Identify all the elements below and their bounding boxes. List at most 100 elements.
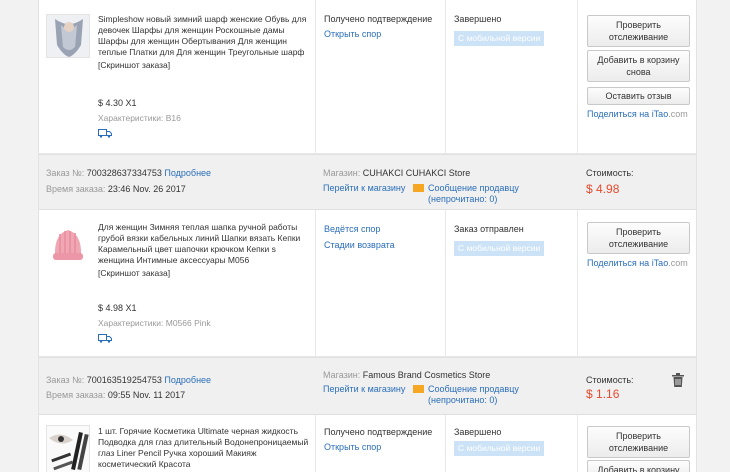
order-number-label: Заказ №: [46, 375, 87, 385]
shipping-truck-icon [98, 129, 112, 138]
order-item-row: Simpleshow новый зимний шарф женские Обу… [39, 0, 696, 154]
store-name: Магазин: CUHAKCI CUHAKCI Store [323, 168, 470, 178]
dispute-in-progress-link[interactable]: Ведётся спор [324, 224, 380, 234]
cost-label: Стоимость: [586, 168, 634, 178]
leave-review-button[interactable]: Оставить отзыв [587, 87, 690, 105]
orders-list: Simpleshow новый зимний шарф женские Обу… [38, 0, 697, 472]
order-info: Заказ №: 700328637334753 Подробнее Время… [39, 155, 315, 209]
order-cost: Стоимость: $ 4.98 [577, 155, 696, 209]
order-time-value: 09:55 Nov. 11 2017 [107, 390, 186, 400]
mobile-version-badge: С мобильной версии [454, 31, 545, 46]
order-snapshot-link[interactable]: [Скриншот заказа] [98, 60, 313, 71]
product-characteristics: Характеристики: M0566 Pink [98, 318, 211, 328]
open-dispute-link[interactable]: Открыть спор [324, 29, 381, 39]
store-name-value[interactable]: CUHAKCI CUHAKCI Store [363, 168, 471, 178]
add-to-cart-again-button[interactable]: Добавить в корзину снова [587, 50, 690, 82]
order-status: Заказ отправлен [454, 224, 524, 234]
product-thumbnail[interactable] [46, 425, 90, 472]
product-cell: Для женщин Зимняя теплая шапка ручной ра… [39, 210, 315, 356]
cost-value: $ 1.16 [586, 387, 620, 401]
share-prefix: Поделиться на [587, 258, 652, 268]
product-title[interactable]: Simpleshow новый зимний шарф женские Обу… [98, 14, 313, 71]
unread-count: (непрочитано: 0) [428, 194, 498, 204]
knit-hat-photo-icon [46, 222, 90, 266]
dispute-cell: Получено подтверждение Открыть спор [315, 415, 445, 472]
track-shipment-button[interactable]: Проверить отслеживание [587, 15, 690, 47]
order-item-row: Для женщин Зимняя теплая шапка ручной ра… [39, 210, 696, 357]
order-time-label: Время заказа: [46, 390, 108, 400]
order-details-link[interactable]: Подробнее [164, 168, 211, 178]
cost-label: Стоимость: [586, 375, 634, 385]
return-stages-link[interactable]: Стадии возврата [324, 240, 395, 250]
add-to-cart-button[interactable]: Добавить в корзину [587, 460, 690, 472]
product-name-link[interactable]: 1 шт. Горячие Косметика Ultimate черная … [98, 426, 308, 469]
share-on-itao-link[interactable]: Поделиться на iTao.com [587, 109, 688, 119]
message-seller-link[interactable]: Сообщение продавцу [428, 384, 519, 394]
order-info: Заказ №: 700163519254753 Подробнее Время… [39, 358, 315, 414]
share-prefix: Поделиться на [587, 109, 652, 119]
order-time-label: Время заказа: [46, 184, 108, 194]
store-info: Магазин: CUHAKCI CUHAKCI Store Перейти к… [315, 155, 577, 209]
dispute-cell: Ведётся спор Стадии возврата [315, 210, 445, 356]
order-item-row: 1 шт. Горячие Косметика Ultimate черная … [39, 415, 696, 472]
track-shipment-button[interactable]: Проверить отслеживание [587, 222, 690, 254]
product-thumbnail[interactable] [46, 222, 90, 266]
eyeliner-photo-icon [47, 426, 89, 472]
order-status-cell: Завершено С мобильной версии [445, 415, 577, 472]
envelope-icon [413, 384, 424, 393]
order-number-value: 700328637334753 [86, 168, 162, 178]
trash-icon[interactable] [672, 373, 684, 387]
share-suffix: .com [668, 109, 688, 119]
actions-cell: Проверить отслеживание Добавить в корзин… [577, 415, 696, 472]
order-status-cell: Завершено С мобильной версии [445, 0, 577, 153]
share-brand: iTao [651, 109, 669, 119]
go-to-store-link[interactable]: Перейти к магазину [323, 384, 405, 394]
confirmation-status: Получено подтверждение [324, 427, 433, 437]
store-label: Магазин: [323, 168, 363, 178]
product-price: $ 4.30 X1 [98, 98, 137, 108]
mobile-version-badge: С мобильной версии [454, 441, 545, 456]
scarf-photo-icon [47, 15, 89, 57]
share-suffix: .com [668, 258, 688, 268]
cost-value: $ 4.98 [586, 182, 620, 196]
order-status: Завершено [454, 14, 502, 24]
confirmation-status: Получено подтверждение [324, 14, 433, 24]
dispute-cell: Получено подтверждение Открыть спор [315, 0, 445, 153]
order-number-value: 700163519254753 [86, 375, 162, 385]
product-cell: Simpleshow новый зимний шарф женские Обу… [39, 0, 315, 153]
order-time-value: 23:46 Nov. 26 2017 [107, 184, 186, 194]
order-number-label: Заказ №: [46, 168, 87, 178]
store-name: Магазин: Famous Brand Cosmetics Store [323, 370, 490, 380]
share-brand: iTao [651, 258, 669, 268]
order-number: Заказ №: 700328637334753 Подробнее [46, 168, 211, 178]
message-seller[interactable]: Сообщение продавцу (непрочитано: 0) [413, 183, 519, 205]
product-title[interactable]: 1 шт. Горячие Косметика Ultimate черная … [98, 426, 313, 470]
order-snapshot-link[interactable]: [Скриншот заказа] [98, 268, 313, 279]
product-name-link[interactable]: Для женщин Зимняя теплая шапка ручной ра… [98, 222, 300, 265]
product-title[interactable]: Для женщин Зимняя теплая шапка ручной ра… [98, 222, 313, 279]
message-seller-link[interactable]: Сообщение продавцу [428, 183, 519, 193]
order-details-link[interactable]: Подробнее [164, 375, 211, 385]
actions-cell: Проверить отслеживание Поделиться на iTa… [577, 210, 696, 356]
product-cell: 1 шт. Горячие Косметика Ultimate черная … [39, 415, 315, 472]
mobile-version-badge: С мобильной версии [454, 241, 545, 256]
message-seller[interactable]: Сообщение продавцу (непрочитано: 0) [413, 384, 519, 406]
open-dispute-link[interactable]: Открыть спор [324, 442, 381, 452]
actions-cell: Проверить отслеживание Добавить в корзин… [577, 0, 696, 153]
share-on-itao-link[interactable]: Поделиться на iTao.com [587, 258, 688, 268]
store-name-value[interactable]: Famous Brand Cosmetics Store [363, 370, 491, 380]
order-header-row: Заказ №: 700328637334753 Подробнее Время… [39, 154, 696, 210]
product-thumbnail[interactable] [46, 14, 90, 58]
product-price: $ 4.98 X1 [98, 303, 137, 313]
shipping-truck-icon [98, 334, 112, 343]
unread-count: (непрочитано: 0) [428, 395, 498, 405]
envelope-icon [413, 183, 424, 192]
track-shipment-button[interactable]: Проверить отслеживание [587, 426, 690, 458]
product-characteristics: Характеристики: B16 [98, 113, 181, 123]
order-status: Завершено [454, 427, 502, 437]
go-to-store-link[interactable]: Перейти к магазину [323, 183, 405, 193]
product-name-link[interactable]: Simpleshow новый зимний шарф женские Обу… [98, 14, 306, 57]
order-time: Время заказа: 23:46 Nov. 26 2017 [46, 184, 186, 194]
store-info: Магазин: Famous Brand Cosmetics Store Пе… [315, 358, 577, 414]
order-number: Заказ №: 700163519254753 Подробнее [46, 375, 211, 385]
